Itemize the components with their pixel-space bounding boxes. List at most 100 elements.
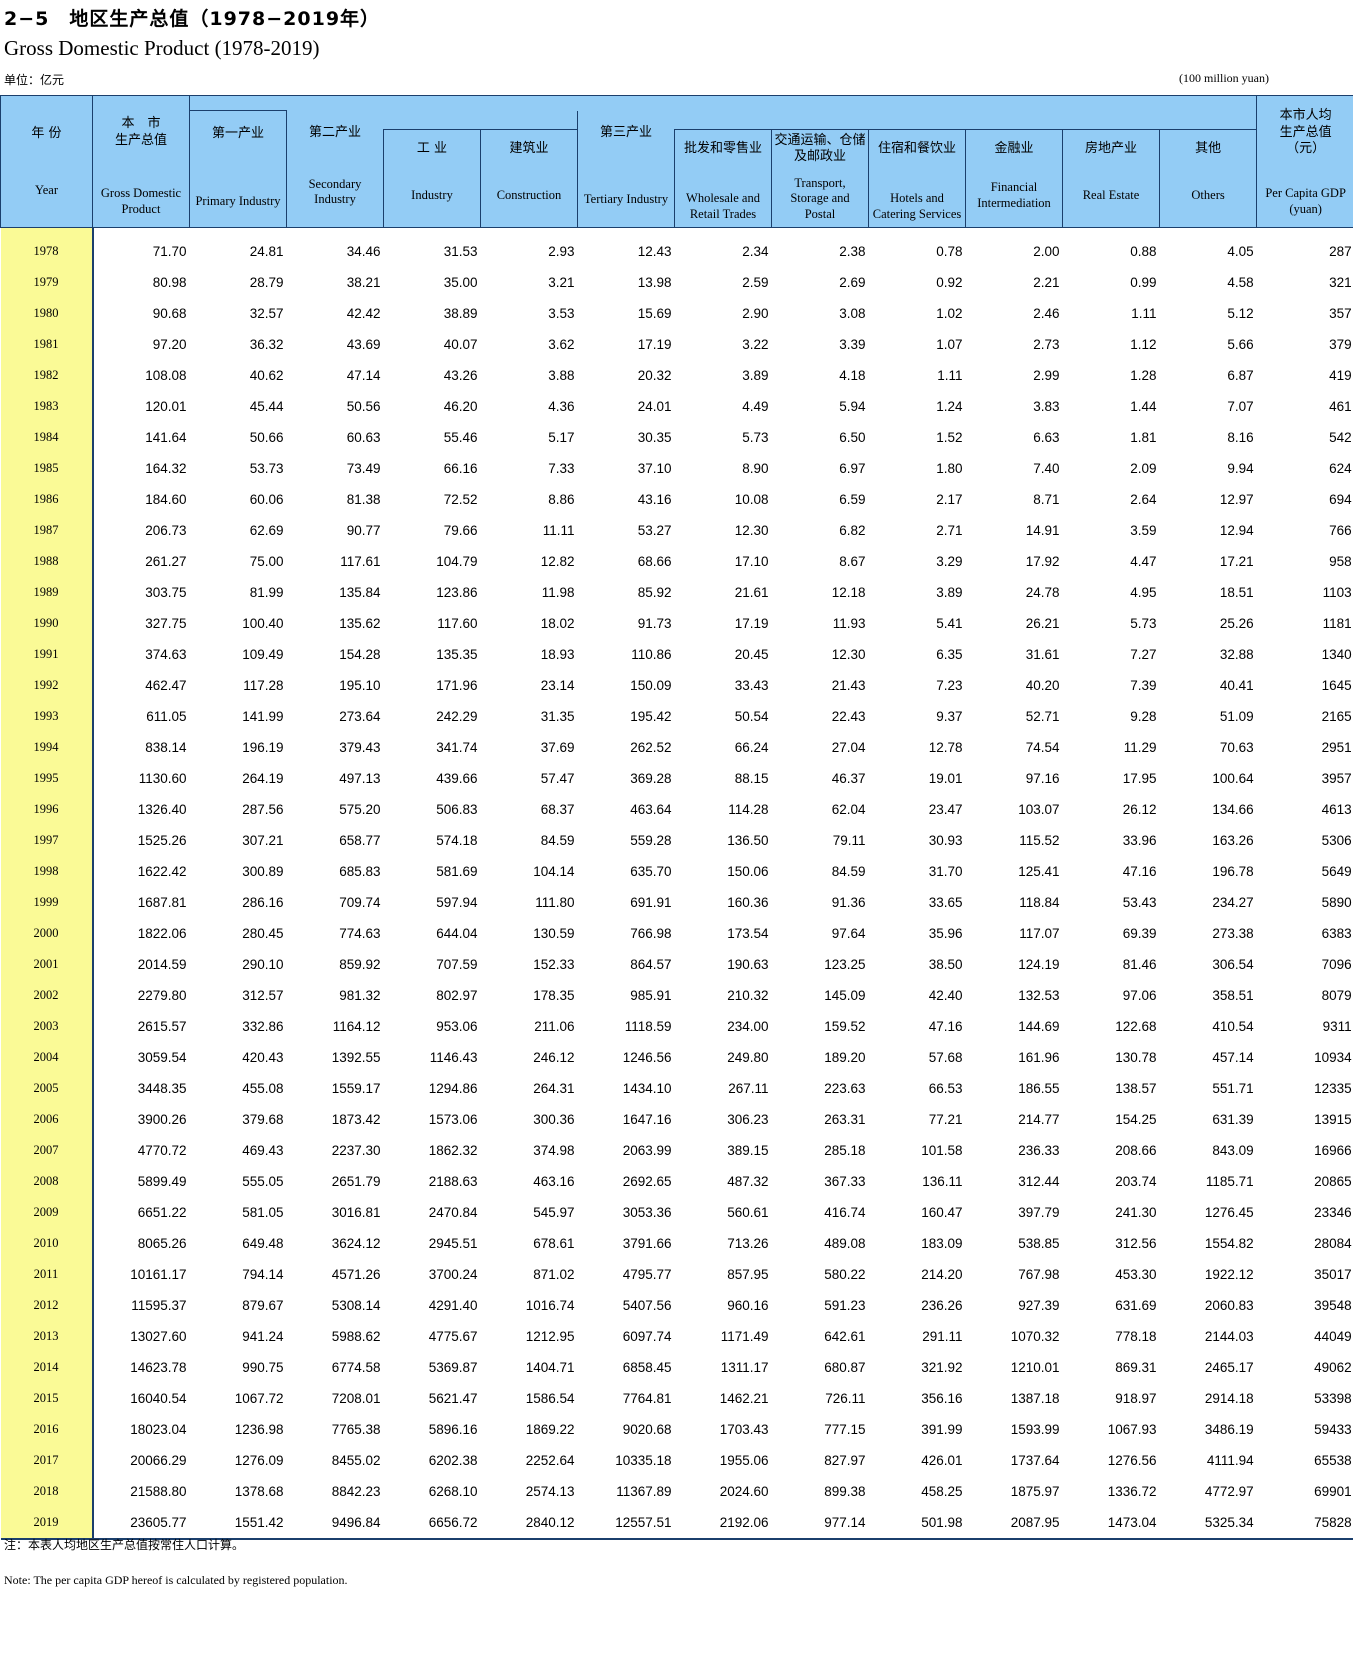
value-cell: 457.14: [1212, 1049, 1254, 1065]
value-cell: 469.43: [242, 1142, 284, 1158]
table-row: 1986 184.60 60.06 81.38 72.52 8.86 43.16 10.08 6…: [0, 483, 1353, 515]
value-cell: 13915: [1314, 1111, 1352, 1127]
value-cell: 135.62: [339, 615, 381, 631]
value-cell: 2.99: [1033, 367, 1060, 383]
value-cell: 2252.64: [525, 1452, 575, 1468]
value-cell: 2692.65: [622, 1173, 672, 1189]
value-cell: 37.69: [540, 739, 575, 755]
year-cell: 2000: [0, 917, 94, 949]
value-cell: 1103: [1322, 584, 1352, 600]
value-cell: 2024.60: [719, 1483, 769, 1499]
table-title-en: Gross Domestic Product (1978-2019): [4, 36, 320, 60]
value-cell: 85.92: [637, 584, 672, 600]
value-cell: 1862.32: [428, 1142, 478, 1158]
year-cell: 1987: [0, 514, 94, 546]
value-cell: 18.51: [1219, 584, 1254, 600]
value-cell: 3.89: [742, 367, 769, 383]
year-cell: 1978: [0, 227, 94, 267]
value-cell: 312.56: [1115, 1235, 1157, 1251]
value-cell: 1.02: [936, 305, 963, 321]
value-cell: 118.84: [1019, 894, 1060, 910]
value-cell: 635.70: [630, 863, 672, 879]
year-cell: 1979: [0, 266, 94, 298]
year-cell: 1982: [0, 359, 94, 391]
value-cell: 12557.51: [577, 1506, 675, 1540]
value-cell: 196.19: [242, 739, 284, 755]
value-cell: 559.28: [630, 832, 672, 848]
value-cell: 195.42: [630, 708, 672, 724]
value-cell: 2470.84: [428, 1204, 478, 1220]
value-cell: 17.21: [1219, 553, 1254, 569]
value-cell: 30.35: [637, 429, 672, 445]
year-cell: 2001: [0, 948, 94, 980]
value-cell: 6202.38: [428, 1452, 478, 1468]
value-cell: 960.16: [727, 1297, 769, 1313]
value-cell: 458.25: [921, 1483, 963, 1499]
value-cell: 2914.18: [1204, 1390, 1254, 1406]
value-cell: 3016.81: [331, 1204, 381, 1220]
value-cell: 678.61: [533, 1235, 575, 1251]
value-cell: 864.57: [630, 956, 672, 972]
value-cell: 12.30: [734, 522, 769, 538]
value-cell: 17.95: [1122, 770, 1157, 786]
value-cell: 1171.49: [720, 1328, 769, 1344]
value-cell: 1326.40: [137, 801, 187, 817]
value-cell: 49062: [1314, 1359, 1352, 1375]
value-cell: 43.69: [346, 336, 381, 352]
value-cell: 60.06: [249, 491, 284, 507]
value-cell: 28.79: [249, 274, 284, 290]
value-cell: 1016.74: [525, 1297, 575, 1313]
value-cell: 1181: [1322, 615, 1352, 631]
header-gdp: 本 市 生产总值 Gross Domestic Product: [92, 95, 190, 228]
value-cell: 461: [1329, 398, 1352, 414]
value-cell: 4772.97: [1204, 1483, 1254, 1499]
value-cell: 69901: [1314, 1483, 1352, 1499]
table-row: 2003 2615.57 332.86 1164.12 953.06 211.06 1118…: [0, 1010, 1353, 1042]
value-cell: 658.77: [339, 832, 381, 848]
value-cell: 4.95: [1130, 584, 1157, 600]
value-cell: 1.12: [1130, 336, 1157, 352]
value-cell: 17.19: [734, 615, 769, 631]
value-cell: 144.69: [1018, 1018, 1060, 1034]
value-cell: 709.74: [339, 894, 381, 910]
value-cell: 171.96: [436, 677, 478, 693]
value-cell: 6774.58: [331, 1359, 381, 1375]
value-cell: 3624.12: [331, 1235, 381, 1251]
value-cell: 9.28: [1130, 708, 1157, 724]
value-cell: 35.96: [928, 925, 963, 941]
value-cell: 32.57: [249, 305, 284, 321]
value-cell: 138.57: [1115, 1080, 1157, 1096]
value-cell: 117.28: [243, 677, 284, 693]
value-cell: 273.64: [339, 708, 381, 724]
value-cell: 16966: [1314, 1142, 1352, 1158]
year-cell: 2002: [0, 979, 94, 1011]
value-cell: 1294.86: [428, 1080, 478, 1096]
header-hotels: 住宿和餐饮业 Hotels and Catering Services: [868, 128, 966, 228]
value-cell: 26.12: [1122, 801, 1157, 817]
value-cell: 97.06: [1122, 987, 1157, 1003]
value-cell: 8.90: [742, 460, 769, 476]
value-cell: 3.83: [1033, 398, 1060, 414]
year-cell: 2014: [0, 1351, 94, 1383]
year-cell: 2004: [0, 1041, 94, 1073]
value-cell: 46.20: [443, 398, 478, 414]
table-row: 1984 141.64 50.66 60.63 55.46 5.17 30.35 5.73 6.…: [0, 421, 1353, 453]
value-cell: 2237.30: [331, 1142, 381, 1158]
value-cell: 50.66: [249, 429, 284, 445]
value-cell: 4770.72: [137, 1142, 187, 1158]
value-cell: 16040.54: [130, 1390, 187, 1406]
value-cell: 4.58: [1227, 274, 1254, 290]
value-cell: 869.31: [1115, 1359, 1157, 1375]
value-cell: 545.97: [533, 1204, 575, 1220]
value-cell: 4.49: [742, 398, 769, 414]
value-cell: 24.81: [249, 243, 284, 259]
value-cell: 555.05: [242, 1173, 284, 1189]
value-cell: 2.93: [548, 243, 575, 259]
value-cell: 506.83: [436, 801, 478, 817]
value-cell: 7208.01: [331, 1390, 381, 1406]
value-cell: 306.23: [727, 1111, 769, 1127]
value-cell: 4.05: [1227, 243, 1254, 259]
value-cell: 190.63: [727, 956, 769, 972]
value-cell: 214.77: [1018, 1111, 1060, 1127]
value-cell: 103.07: [1018, 801, 1060, 817]
